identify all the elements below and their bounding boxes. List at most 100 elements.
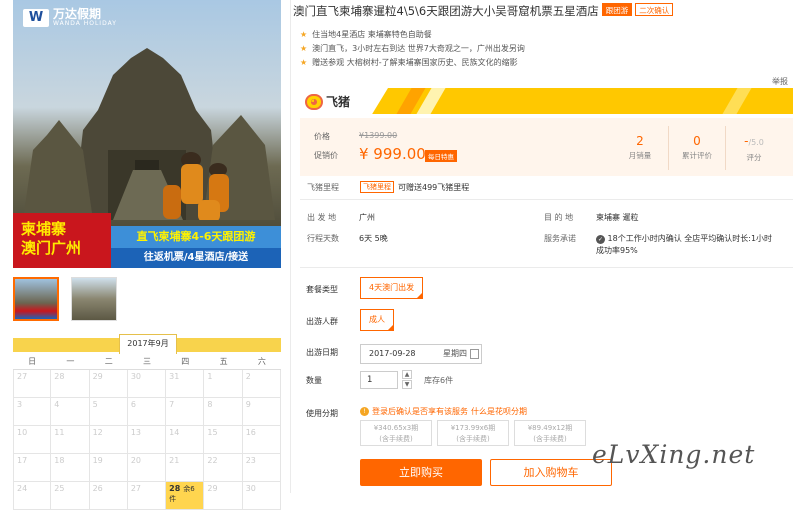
product-title: 澳门直飞柬埔寨暹粒4\5\6天跟团游大小吴哥窟机票五星酒店 跟团游 二次确认 — [293, 3, 674, 19]
calendar-day: 29 — [89, 370, 128, 398]
depart-label: 出 发 地 — [307, 213, 337, 222]
installment-plan-6[interactable]: ¥173.99x6期 (含手续费) — [437, 420, 509, 446]
calendar-day: 27 — [127, 482, 167, 510]
package-label: 套餐类型 — [306, 285, 338, 294]
calendar-day: 5 — [89, 398, 128, 426]
calendar-day: 27 — [13, 370, 52, 398]
service-row: 服务承诺 ✓ 18个工作小时内确认 全店平均确认时长:1小时 成功率95% — [544, 233, 784, 257]
feature-item: ★ 赠送参观 大榕树村-了解柬埔寨国家历史、民族文化的缩影 — [300, 56, 800, 70]
weekday-label: 五 — [219, 357, 228, 366]
calendar-day: 31 — [166, 370, 205, 398]
date-weekday: 星期四 — [443, 349, 467, 358]
calendar-day: 13 — [127, 426, 167, 454]
mileage-label: 飞猪里程 — [307, 182, 339, 192]
brand-logo: W 万达假期 WANDA HOLIDAY — [23, 8, 117, 27]
title-text: 澳门直飞柬埔寨暹粒4\5\6天跟团游大小吴哥窟机票五星酒店 — [293, 4, 599, 18]
calendar-month[interactable]: 2017年9月 — [119, 334, 177, 354]
stat-label: 累计评价 — [682, 151, 712, 160]
temple-illustration — [23, 48, 275, 220]
star-icon: ★ — [300, 58, 308, 67]
calendar-day: 30 — [127, 370, 167, 398]
calendar-day: 14 — [166, 426, 205, 454]
plan-fee: (含手续费) — [456, 435, 490, 443]
plan-fee: (含手续费) — [533, 435, 567, 443]
day-number: 27 — [17, 372, 28, 381]
star-icon: ★ — [300, 44, 308, 53]
orig-price: ¥1399.00 — [359, 131, 398, 140]
thumbnail-strip — [13, 277, 117, 321]
calendar-day: 2 — [242, 370, 281, 398]
day-number: 20 — [130, 456, 142, 465]
calendar-day: 11 — [51, 426, 90, 454]
calendar-day: 26 — [89, 482, 128, 510]
brand-name: 飞猪 — [326, 95, 351, 109]
dest-row: 目 的 地 柬埔寨 暹粒 — [544, 212, 639, 223]
orig-price-label: 价格 — [314, 132, 330, 141]
calendar-day: 24 — [13, 482, 52, 510]
calendar-day: 4 — [51, 398, 90, 426]
installment-login-note[interactable]: 登录后确认是否享有该服务 — [372, 406, 468, 417]
service-value-rate: 成功率95% — [596, 246, 638, 255]
day-number: 26 — [92, 484, 103, 493]
day-number: 4 — [54, 400, 60, 409]
dest-value: 柬埔寨 暹粒 — [596, 213, 639, 222]
stat-reviews[interactable]: 0 累计评价 — [669, 126, 726, 170]
weekday-label: 一 — [66, 357, 75, 366]
calendar-day: 10 — [13, 426, 52, 454]
stat-value: -/5.0 — [726, 132, 782, 152]
days-label: 行程天数 — [307, 234, 339, 243]
depart-value: 广州 — [359, 213, 375, 222]
calendar-day: 23 — [242, 454, 281, 482]
day-number: 13 — [130, 428, 142, 437]
people-option-selected[interactable]: 成人 — [360, 309, 394, 331]
stat-rating: -/5.0 评分 — [726, 126, 782, 170]
promo-tag: 每日特惠 — [425, 150, 457, 162]
day-number: 1 — [207, 372, 213, 381]
depart-row: 出 发 地 广州 — [307, 212, 375, 223]
site-watermark: eLvXing.net — [592, 440, 756, 469]
qty-decrease-button[interactable]: ▼ — [402, 380, 412, 389]
calendar-icon[interactable] — [470, 349, 479, 359]
calendar-header: 2017年9月 — [13, 334, 281, 354]
wanda-logo-icon: W — [23, 8, 49, 27]
calendar-day: 8 — [204, 398, 243, 426]
calendar-day[interactable]: 28 余6件 — [166, 482, 205, 510]
installment-label: 使用分期 — [306, 409, 338, 418]
product-main-image[interactable]: W 万达假期 WANDA HOLIDAY 柬埔寨 澳门广州 直飞柬埔寨4-6天跟… — [13, 0, 281, 268]
stat-label: 评分 — [746, 153, 762, 162]
installment-help-link[interactable]: 什么是花呗分期 — [471, 406, 527, 417]
thumbnail-2[interactable] — [71, 277, 117, 321]
installment-plan-3[interactable]: ¥340.65x3期 (含手续费) — [360, 420, 432, 446]
day-number: 5 — [92, 400, 98, 409]
plan-amount: ¥340.65x3期 — [373, 424, 419, 432]
price-calendar: 2017年9月 日一二三四五六 27 28 29 30 31 1 2 3 4 5 6 7 8 9 10 11 1… — [13, 334, 281, 510]
feature-item: ★ 住当地4星酒店 柬埔寨特色自助餐 — [300, 28, 800, 42]
day-number: 29 — [207, 484, 218, 493]
stat-value: 0 — [693, 134, 701, 148]
installment-plan-12[interactable]: ¥89.49x12期 (含手续费) — [514, 420, 586, 446]
weekday-label: 四 — [181, 357, 190, 366]
weekday-label: 二 — [104, 357, 113, 366]
days-value: 6天 5晚 — [359, 234, 388, 243]
day-number: 2 — [245, 372, 251, 381]
report-link[interactable]: 举报 — [772, 76, 788, 87]
thumbnail-1[interactable] — [13, 277, 59, 321]
feature-text: 澳门直飞，3小时左右到达 世界7大奇观之一，广州出发另询 — [312, 44, 525, 53]
qty-increase-button[interactable]: ▲ — [402, 370, 412, 379]
fliggy-logo[interactable]: ◕ 飞猪 — [305, 93, 350, 110]
calendar-day: 9 — [242, 398, 281, 426]
day-number: 24 — [17, 484, 28, 493]
calendar-day: 22 — [204, 454, 243, 482]
package-option-selected[interactable]: 4天澳门出发 — [360, 277, 424, 299]
day-number: 6 — [130, 400, 136, 409]
weekday-label: 六 — [257, 357, 266, 366]
calendar-day: 3 — [13, 398, 52, 426]
buy-now-button[interactable]: 立即购买 — [360, 459, 482, 486]
calendar-grid: 27 28 29 30 31 1 2 3 4 5 6 7 8 9 10 11 12 13 14 15 16 17 18 19 2… — [13, 370, 281, 510]
calendar-day: 28 — [51, 370, 90, 398]
brand-bar: ◕ 飞猪 — [300, 88, 793, 114]
feature-text: 赠送参观 大榕树村-了解柬埔寨国家历史、民族文化的缩影 — [312, 58, 518, 67]
quantity-input[interactable]: 1 — [360, 371, 398, 389]
travel-date-input[interactable]: 2017-09-28 星期四 — [360, 344, 482, 364]
calendar-day: 16 — [242, 426, 281, 454]
